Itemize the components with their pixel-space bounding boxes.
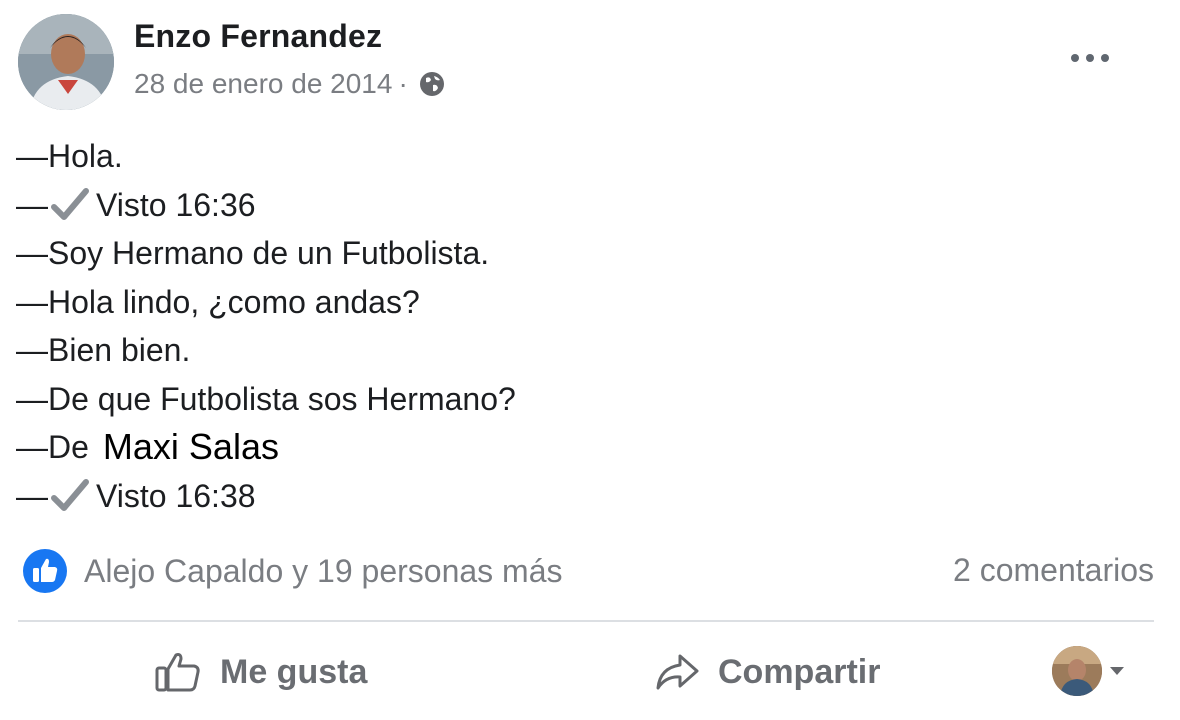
mini-avatar <box>1052 646 1102 696</box>
post-body: — Hola. — Visto 16:36 — Soy Hermano de un … <box>16 132 516 520</box>
globe-icon[interactable] <box>418 70 446 98</box>
like-label: Me gusta <box>220 652 368 691</box>
post-line: — Soy Hermano de un Futbolista. <box>16 235 490 271</box>
thumbs-up-icon <box>155 653 200 692</box>
facebook-post: Enzo Fernandez 28 de enero de 2014 · — Ho… <box>0 0 1180 720</box>
post-line: — Visto 16:38 <box>16 477 256 514</box>
reactions-text[interactable]: Alejo Capaldo y 19 personas más <box>84 553 563 590</box>
overlay-name-text: Maxi Salas <box>102 426 279 467</box>
more-options-button[interactable] <box>1068 44 1112 72</box>
divider <box>18 620 1154 622</box>
post-date[interactable]: 28 de enero de 2014 <box>134 68 392 100</box>
check-icon <box>51 187 89 220</box>
comments-count[interactable]: 2 comentarios <box>953 552 1154 589</box>
like-badge-icon <box>23 549 67 593</box>
post-line: — Hola lindo, ¿como andas? <box>16 283 420 320</box>
post-line: — Visto 16:36 <box>16 186 256 223</box>
like-button[interactable]: Me gusta <box>154 644 367 700</box>
caret-down-icon <box>1110 667 1124 675</box>
post-line: — Bien bien. <box>16 332 191 368</box>
meta-separator: · <box>398 68 408 99</box>
author-avatar[interactable] <box>18 14 114 110</box>
post-line: — De Maxi Salas <box>16 423 516 472</box>
share-icon <box>656 654 699 690</box>
check-icon <box>51 478 89 511</box>
author-name[interactable]: Enzo Fernandez <box>134 18 382 55</box>
profile-selector[interactable] <box>1052 646 1126 696</box>
reactions-summary[interactable]: Alejo Capaldo y 19 personas más <box>22 548 563 594</box>
post-line: — Hola. <box>16 138 123 174</box>
more-icon <box>1071 54 1109 62</box>
post-line: — De que Futbolista sos Hermano? <box>16 380 516 417</box>
post-meta: 28 de enero de 2014 · <box>134 68 446 100</box>
share-button[interactable]: Compartir <box>654 644 880 700</box>
share-label: Compartir <box>718 652 881 691</box>
